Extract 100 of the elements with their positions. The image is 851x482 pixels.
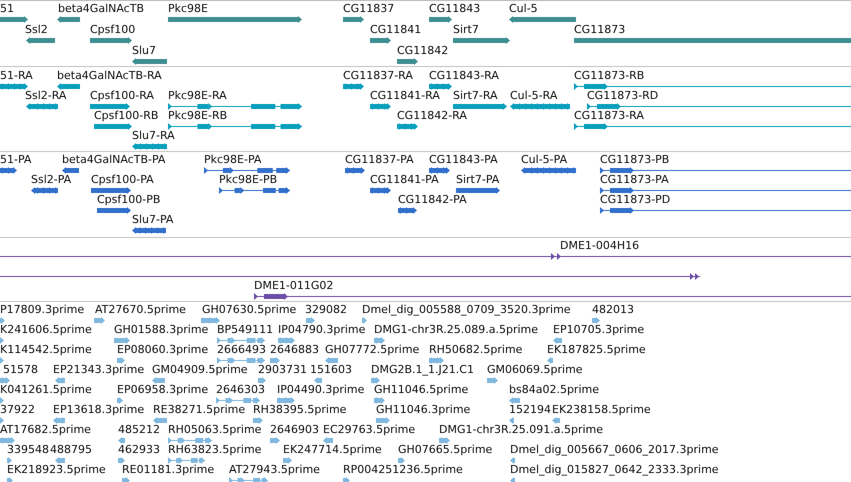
- feature-label: 2666493: [217, 344, 266, 356]
- feature-label: CG11841-RA: [370, 90, 440, 102]
- feature-label: Cpsf100-RB: [94, 110, 158, 122]
- feature-label: DMG1-chr3R.25.091.a.5prime: [439, 424, 604, 436]
- feature-label: K114542.5prime: [0, 344, 92, 356]
- feature-label: 339548: [7, 444, 49, 456]
- feature-label: 51-RA: [0, 70, 33, 82]
- feature-label: EC29763.5prime: [323, 424, 416, 436]
- feature-label: EK187825.5prime: [547, 344, 646, 356]
- feature-label: 462933: [118, 444, 160, 456]
- feature-label: AT27670.5prime: [95, 304, 186, 316]
- feature-label: EK218923.5prime: [7, 464, 106, 476]
- feature-label: Slu7-RA: [132, 130, 175, 142]
- feature-label: 152194: [509, 404, 551, 416]
- feature-label: EP06958.3prime: [117, 384, 208, 396]
- feature-label: IP04790.3prime: [278, 324, 366, 336]
- feature-label: Cpsf100-PA: [91, 174, 154, 186]
- feature-label: EK238158.5prime: [552, 404, 651, 416]
- feature-label: CG11842: [397, 45, 448, 57]
- feature-label: CG11837-RA: [343, 70, 413, 82]
- feature-label: AT17682.5prime: [0, 424, 91, 436]
- feature-label: CG11873-RA: [574, 110, 644, 122]
- feature-label: 2646883: [270, 344, 319, 356]
- feature-label: 51: [0, 3, 14, 15]
- feature-label: Dmel_dig_005667_0606_2017.3prime: [510, 444, 719, 456]
- feature-label: Dmel_dig_015827_0642_2333.3prime: [510, 464, 719, 476]
- feature-label: EP08060.3prime: [117, 344, 208, 356]
- feature-label: CG11873: [574, 24, 626, 36]
- feature-label: CG11873-PD: [600, 194, 670, 206]
- feature-label: EK247714.5prime: [283, 444, 382, 456]
- feature-label: bs84a02.5prime: [509, 384, 599, 396]
- feature-label: RP004251236.5prime: [343, 464, 463, 476]
- feature-label: beta4GalNAcTB: [58, 3, 144, 15]
- feature-label: GM06069.5prime: [487, 364, 583, 376]
- feature-label: Cpsf100: [90, 24, 136, 36]
- feature-label: EP21343.3prime: [53, 364, 144, 376]
- feature-label: 488795: [50, 444, 92, 456]
- feature-label: Slu7-PA: [132, 214, 174, 226]
- feature-label: CG11843-RA: [429, 70, 499, 82]
- feature-label: GH07665.5prime: [398, 444, 492, 456]
- feature-label: RE01181.3prime: [122, 464, 214, 476]
- feature-label: Ssl2: [25, 24, 48, 36]
- feature-label: 2646903: [270, 424, 319, 436]
- feature-label: Cpsf100-PB: [97, 194, 160, 206]
- feature-label: IP04490.3prime: [277, 384, 364, 396]
- feature-label: Pkc98E-RA: [168, 90, 227, 102]
- feature-label: CG11873-PA: [600, 174, 669, 186]
- feature-label: Ssl2-RA: [25, 90, 66, 102]
- feature-label: Dmel_dig_005588_0709_3520.3prime: [362, 304, 571, 316]
- feature-label: GM04909.5prime: [152, 364, 248, 376]
- feature-label: GH11046.5prime: [374, 384, 468, 396]
- feature-label: beta4GalNAcTB-PA: [62, 154, 166, 166]
- feature-label: Pkc98E-RB: [168, 110, 228, 122]
- feature-label: CG11873-RB: [574, 70, 644, 82]
- feature-label: Cul-5-PA: [521, 154, 568, 166]
- feature-label: RH05063.5prime: [168, 424, 262, 436]
- feature-label: K241606.5prime: [0, 324, 92, 336]
- feature-label: DMG1-chr3R.25.089.a.5prime: [374, 324, 538, 336]
- feature-label: Cpsf100-RA: [90, 90, 154, 102]
- feature-label: 2646303: [216, 384, 265, 396]
- feature-label: 482013: [592, 304, 634, 316]
- feature-label: 485212: [118, 424, 160, 436]
- feature-label: CG11837: [343, 3, 394, 15]
- feature-label: GH07630.5prime: [202, 304, 296, 316]
- feature-label: CG11837-PA: [345, 154, 414, 166]
- feature-label: GH01588.3prime: [114, 324, 208, 336]
- feature-label: CG11843: [429, 3, 480, 15]
- feature-label: RE38271.5prime: [153, 404, 246, 416]
- feature-label: Cul-5: [509, 3, 538, 15]
- feature-label: CG11842-RA: [397, 110, 467, 122]
- feature-label: CG11841-PA: [370, 174, 439, 186]
- feature-label: Sirt7-RA: [453, 90, 498, 102]
- feature-label: RH63823.5prime: [168, 444, 262, 456]
- feature-label: P17809.3prime: [0, 304, 84, 316]
- feature-label: DMG2B.1_1.J21.C1: [371, 364, 474, 376]
- feature-label: 51-PA: [0, 154, 32, 166]
- feature-label: 2903731: [258, 364, 307, 376]
- feature-label: Pkc98E-PB: [219, 174, 278, 186]
- feature-label: RH50682.5prime: [429, 344, 522, 356]
- feature-label: 51578: [3, 364, 38, 376]
- feature-label: CG11873-RD: [587, 90, 658, 102]
- feature-label: Pkc98E-PA: [204, 154, 262, 166]
- feature-label: CG11842-PA: [398, 194, 467, 206]
- feature-label: beta4GalNAcTB-RA: [57, 70, 162, 82]
- feature-label: Sirt7-PA: [456, 174, 500, 186]
- feature-label: Cul-5-RA: [510, 90, 558, 102]
- feature-label: BP549111: [217, 324, 274, 336]
- feature-label: DME1-011G02: [254, 280, 334, 292]
- feature-label: DME1-004H16: [560, 240, 640, 252]
- feature-label: CG11843-PA: [429, 154, 498, 166]
- feature-label: Slu7: [132, 45, 156, 57]
- feature-label: CG11841: [370, 24, 422, 36]
- feature-label: RH38395.5prime: [253, 404, 346, 416]
- feature-label: Ssl2-PA: [31, 174, 72, 186]
- feature-label: CG11873-PB: [600, 154, 670, 166]
- feature-label: Pkc98E: [168, 3, 208, 15]
- feature-label: 329082: [305, 304, 347, 316]
- feature-label: EP13618.3prime: [53, 404, 144, 416]
- feature-label: 151603: [310, 364, 352, 376]
- feature-label: K041261.5prime: [0, 384, 92, 396]
